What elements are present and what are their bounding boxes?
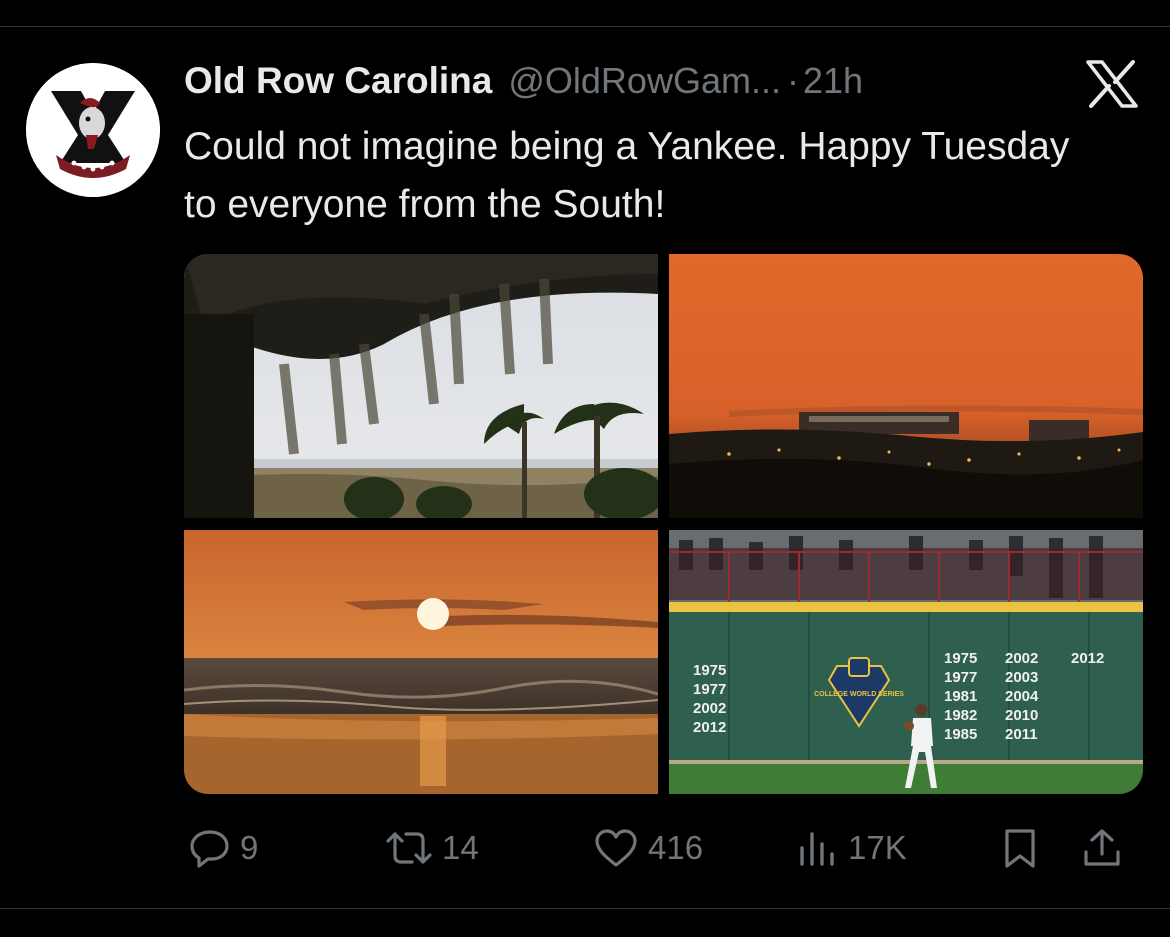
bottom-divider: [0, 908, 1170, 909]
wall-year-mid-4: 1982: [944, 707, 977, 724]
reply-count: 9: [240, 829, 259, 866]
cws-logo-text: COLLEGE WORLD SERIES: [814, 691, 904, 698]
wall-year-left-4: 2012: [693, 719, 726, 736]
like-button[interactable]: 416: [592, 820, 703, 876]
top-divider: [0, 26, 1170, 27]
repost-count: 14: [442, 829, 479, 866]
views-button[interactable]: 17K: [796, 820, 907, 876]
wall-year-left-3: 2002: [693, 700, 726, 717]
media-grid[interactable]: 1975 1977 2002 2012 1975 1977 1981 1982 …: [184, 254, 1143, 794]
separator-dot: ·: [786, 60, 799, 101]
wall-year-mid-2: 1977: [944, 669, 977, 686]
tweet-actions: 9 14 416 17K: [184, 820, 1144, 876]
avatar[interactable]: [26, 63, 160, 197]
wall-year-far: 2012: [1071, 650, 1104, 667]
views-icon: [800, 832, 834, 866]
bookmark-button[interactable]: [998, 820, 1042, 876]
wall-year-right-5: 2011: [1005, 726, 1038, 743]
photo-beach-sunset[interactable]: [184, 530, 658, 794]
reply-button[interactable]: 9: [188, 820, 258, 876]
reply-icon: [190, 830, 229, 868]
gamecock-logo: [26, 63, 160, 197]
wall-year-mid-5: 1985: [944, 726, 977, 743]
timestamp[interactable]: 21h: [803, 60, 863, 102]
like-count: 416: [648, 829, 704, 866]
wall-year-mid-3: 1981: [944, 688, 977, 705]
wall-year-right-3: 2004: [1005, 688, 1039, 705]
share-icon: [1084, 829, 1120, 866]
wall-year-left-1: 1975: [693, 662, 726, 679]
x-logo-icon[interactable]: [1086, 60, 1138, 108]
wall-year-mid-1: 1975: [944, 650, 977, 667]
repost-icon: [386, 832, 432, 864]
photo-outfield-wall[interactable]: 1975 1977 2002 2012 1975 1977 1981 1982 …: [669, 530, 1143, 794]
wall-year-left-2: 1977: [693, 681, 726, 698]
bookmark-icon: [1005, 829, 1035, 868]
wall-year-right-1: 2002: [1005, 650, 1038, 667]
user-handle[interactable]: @OldRowGam...: [508, 60, 781, 102]
tweet-header: Old Row Carolina @OldRowGam... · 21h: [184, 60, 863, 110]
views-count: 17K: [848, 829, 907, 866]
like-icon: [595, 829, 637, 867]
wall-year-right-2: 2003: [1005, 669, 1038, 686]
photo-stadium-sunset[interactable]: [669, 254, 1143, 518]
share-button[interactable]: [1080, 820, 1124, 876]
wall-year-right-4: 2010: [1005, 707, 1038, 724]
tweet-text: Could not imagine being a Yankee. Happy …: [184, 125, 1070, 226]
display-name[interactable]: Old Row Carolina: [184, 60, 492, 102]
repost-button[interactable]: 14: [384, 820, 479, 876]
photo-live-oak-marsh[interactable]: [184, 254, 658, 518]
